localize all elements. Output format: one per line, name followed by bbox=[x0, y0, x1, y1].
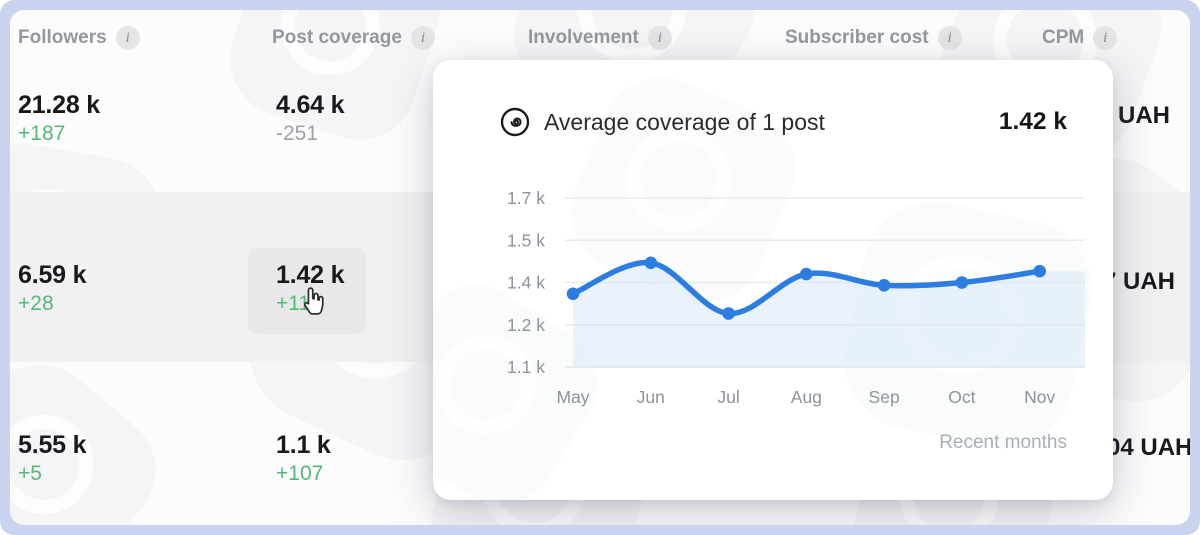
coverage-delta: -251 bbox=[276, 121, 344, 147]
info-icon[interactable]: i bbox=[1093, 26, 1117, 50]
column-label: Followers bbox=[18, 27, 107, 49]
coverage-chart-popup: Average coverage of 1 post 1.42 k 1.7 k1… bbox=[433, 60, 1113, 500]
info-icon[interactable]: i bbox=[648, 26, 672, 50]
popup-title: Average coverage of 1 post bbox=[544, 109, 986, 136]
cpm-value-fragment: 04 UAH bbox=[1107, 434, 1190, 462]
post-coverage-cell[interactable]: 1.1 k +107 bbox=[276, 430, 331, 486]
cpm-value-fragment: 7 UAH bbox=[1103, 268, 1175, 296]
svg-text:1.4 k: 1.4 k bbox=[507, 273, 545, 293]
svg-text:1.2 k: 1.2 k bbox=[507, 315, 545, 335]
followers-delta: +187 bbox=[18, 121, 100, 147]
svg-text:Nov: Nov bbox=[1024, 387, 1055, 407]
screenshot-frame: Followers i Post coverage i Involvement … bbox=[0, 0, 1200, 535]
popup-current-value: 1.42 k bbox=[999, 108, 1067, 136]
popup-header: Average coverage of 1 post 1.42 k bbox=[499, 106, 1067, 138]
followers-value: 21.28 k bbox=[18, 90, 100, 121]
column-label: CPM bbox=[1042, 27, 1084, 49]
svg-text:May: May bbox=[556, 387, 589, 407]
post-coverage-cell[interactable]: 4.64 k -251 bbox=[276, 90, 344, 146]
spiral-logo-icon bbox=[499, 106, 531, 138]
followers-delta: +5 bbox=[18, 461, 86, 487]
column-label: Post coverage bbox=[272, 27, 402, 49]
cpm-value-fragment: UAH bbox=[1118, 102, 1170, 130]
svg-text:Jul: Jul bbox=[717, 387, 739, 407]
column-header-involvement: Involvement i bbox=[528, 26, 672, 50]
followers-cell[interactable]: 21.28 k +187 bbox=[18, 90, 100, 146]
mouse-cursor-pointer bbox=[298, 286, 328, 323]
followers-value: 6.59 k bbox=[18, 260, 86, 291]
column-label: Involvement bbox=[528, 27, 639, 49]
svg-text:1.1 k: 1.1 k bbox=[507, 357, 545, 377]
column-header-cpm: CPM i bbox=[1042, 26, 1117, 50]
followers-value: 5.55 k bbox=[18, 430, 86, 461]
coverage-delta: +107 bbox=[276, 461, 331, 487]
svg-text:1.7 k: 1.7 k bbox=[507, 188, 545, 208]
coverage-value: 1.1 k bbox=[276, 430, 331, 461]
info-icon[interactable]: i bbox=[411, 26, 435, 50]
svg-text:Sep: Sep bbox=[869, 387, 900, 407]
average-coverage-line-chart[interactable]: 1.7 k 1.5 k 1.4 k 1.2 k 1.1 k May Jun Jul Aug Sep… bbox=[433, 180, 1113, 440]
svg-text:Jun: Jun bbox=[637, 387, 665, 407]
followers-delta: +28 bbox=[18, 291, 86, 317]
coverage-value: 4.64 k bbox=[276, 90, 344, 121]
column-header-post-coverage: Post coverage i bbox=[272, 26, 435, 50]
popup-footer-note: Recent months bbox=[939, 432, 1067, 454]
column-label: Subscriber cost bbox=[785, 27, 929, 49]
column-header-followers: Followers i bbox=[18, 26, 140, 50]
svg-text:Aug: Aug bbox=[791, 387, 822, 407]
svg-text:1.5 k: 1.5 k bbox=[507, 230, 545, 250]
info-icon[interactable]: i bbox=[938, 26, 962, 50]
column-header-subscriber-cost: Subscriber cost i bbox=[785, 26, 962, 50]
analytics-table: Followers i Post coverage i Involvement … bbox=[10, 10, 1190, 525]
followers-cell[interactable]: 6.59 k +28 bbox=[18, 260, 86, 316]
svg-text:Oct: Oct bbox=[948, 387, 975, 407]
info-icon[interactable]: i bbox=[116, 26, 140, 50]
followers-cell[interactable]: 5.55 k +5 bbox=[18, 430, 86, 486]
